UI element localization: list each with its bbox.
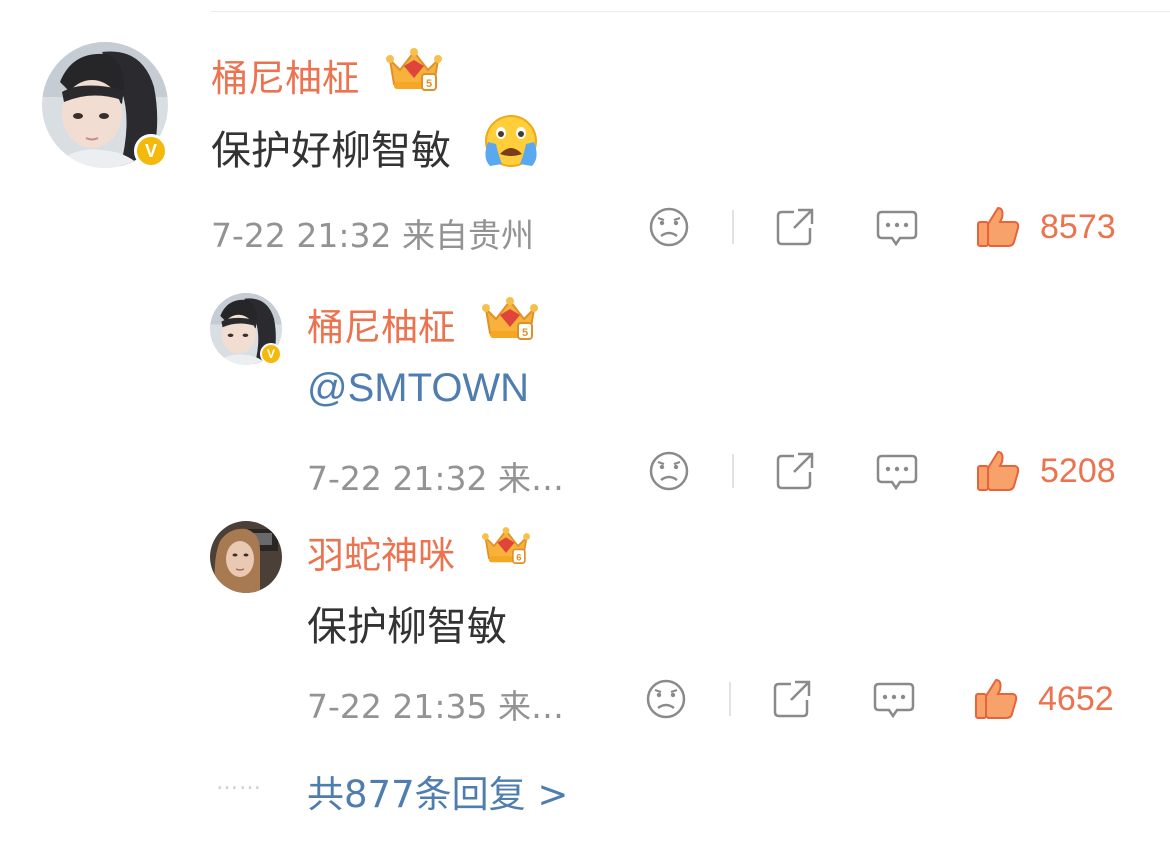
comment-text: 保护好柳智敏	[211, 128, 451, 174]
svg-text:6: 6	[516, 552, 521, 563]
username[interactable]: 桶尼柚柾	[211, 48, 359, 102]
avatar[interactable]: V	[210, 293, 282, 365]
more-replies-link[interactable]: 共877条回复 >	[307, 764, 568, 818]
more-replies-dots: ……	[216, 770, 262, 795]
like-icon[interactable]	[976, 448, 1020, 496]
username[interactable]: 羽蛇神咪	[307, 525, 455, 579]
avatar[interactable]: V	[42, 42, 168, 168]
svg-text:5: 5	[522, 327, 528, 339]
comment-icon[interactable]	[876, 450, 918, 496]
separator	[732, 210, 734, 244]
like-count: 4652	[1038, 680, 1114, 718]
dislike-icon[interactable]	[648, 450, 690, 496]
separator	[729, 682, 731, 716]
crown-badge-icon: 5	[482, 295, 538, 347]
avatar-image	[210, 521, 282, 593]
reply-meta: 7-22 21:32 来…	[307, 459, 564, 498]
avatar[interactable]	[210, 521, 282, 593]
like-icon[interactable]	[976, 204, 1020, 252]
share-icon[interactable]	[774, 450, 816, 496]
top-divider	[210, 11, 1170, 12]
like-count: 8573	[1040, 208, 1116, 246]
share-icon[interactable]	[774, 206, 816, 252]
share-icon[interactable]	[771, 678, 813, 724]
username[interactable]: 桶尼柚柾	[307, 297, 455, 351]
svg-text:5: 5	[426, 78, 432, 90]
crown-badge-icon: 6	[482, 523, 530, 573]
like-icon[interactable]	[974, 676, 1018, 724]
dislike-icon[interactable]	[648, 206, 690, 252]
crown-badge-icon: 5	[386, 46, 442, 98]
verified-badge-icon: V	[134, 134, 168, 168]
dislike-icon[interactable]	[645, 678, 687, 724]
mention-link[interactable]: @SMTOWN	[307, 366, 529, 411]
reply-text: 保护柳智敏	[307, 604, 507, 650]
comment-icon[interactable]	[873, 678, 915, 724]
comment-icon[interactable]	[876, 206, 918, 252]
reply-meta: 7-22 21:35 来…	[307, 687, 564, 726]
crying-face-icon	[480, 114, 542, 172]
comment-meta: 7-22 21:32 来自贵州	[211, 216, 534, 255]
like-count: 5208	[1040, 452, 1116, 490]
separator	[732, 454, 734, 488]
verified-badge-icon: V	[260, 343, 282, 365]
